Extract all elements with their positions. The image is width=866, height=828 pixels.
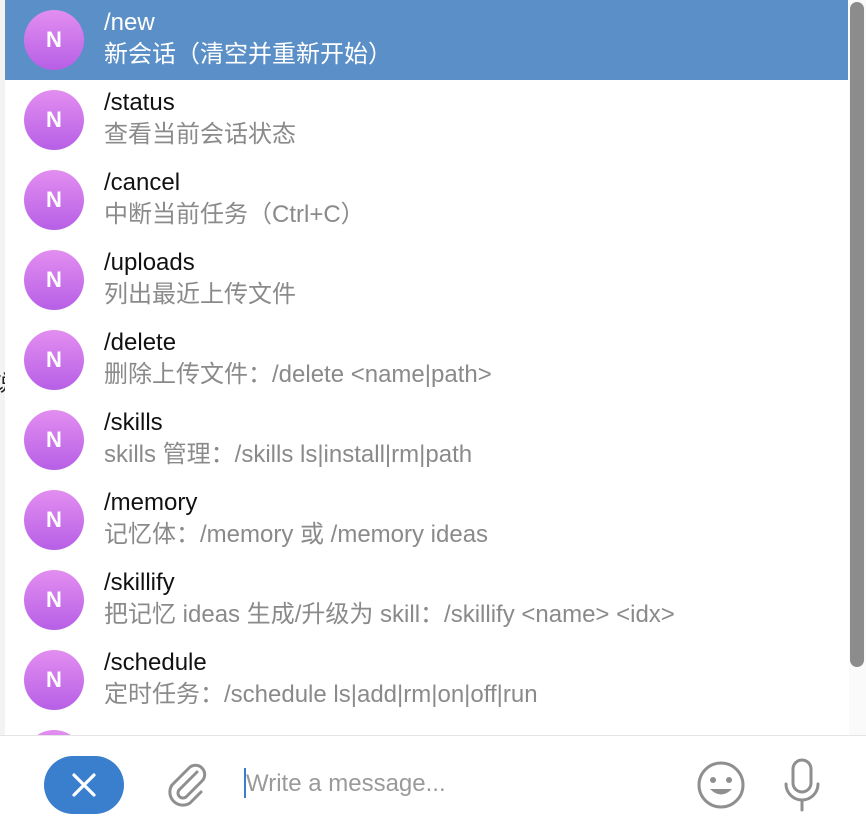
command-description: 定时任务：/schedule ls|add|rm|on|off|run [104,681,538,708]
command-description: 查看当前会话状态 [104,121,296,148]
command-item[interactable]: N/delete 删除上传文件：/delete <name|path> [5,320,848,400]
command-item[interactable]: N/schedule 定时任务：/schedule ls|add|rm|on|of… [5,640,848,720]
bot-avatar: N [24,250,84,310]
cancel-button[interactable] [44,756,124,814]
command-item[interactable]: N/uploads 列出最近上传文件 [5,240,848,320]
command-description: 记忆体：/memory 或 /memory ideas [104,521,489,548]
command-description: 列出最近上传文件 [104,281,296,308]
chat-window: 说 N/new新会话（清空并重新开始）N/status查看当前会话状态N/can… [0,0,866,828]
command-name: /delete [104,329,177,356]
bot-avatar: N [24,330,84,390]
command-description: 把记忆 ideas 生成/升级为 skill：/skillify <name> … [104,601,675,628]
bot-avatar: N [24,90,84,150]
command-description: 删除上传文件：/delete <name|path> [104,361,492,388]
command-suggestions-popup: N/new 新会话（清空并重新开始） N/status 查看当前会话状态 N/cance… [5,0,866,735]
command-name: /memory [104,489,198,516]
text-caret [244,768,246,798]
command-item[interactable]: N/status 查看当前会话状态 [5,80,848,160]
message-input[interactable] [240,764,670,804]
command-name: /uploads [104,249,195,276]
command-name: /status [104,89,175,116]
command-description: skills 管理：/skills ls|install|rm|path [104,441,473,468]
scrollbar[interactable] [849,0,866,735]
scrollbar-thumb[interactable] [850,2,864,667]
message-composer [0,735,866,828]
close-icon [72,773,96,797]
command-name: /new [104,9,155,36]
bot-avatar: N [24,490,84,550]
bot-avatar: N [24,410,84,470]
bot-avatar: N [24,570,84,630]
command-list: N/new 新会话（清空并重新开始） N/status 查看当前会话状态 N/cance… [5,0,848,735]
command-name: /cancel [104,169,181,196]
bot-avatar: N [24,10,84,70]
smiley-icon [697,761,745,809]
bot-avatar: N [24,650,84,710]
command-name: /skillify [104,569,175,596]
paperclip-icon [168,763,207,807]
command-item[interactable]: N/new 新会话（清空并重新开始） [5,0,848,80]
microphone-icon [784,758,820,812]
attach-button[interactable] [160,756,212,812]
emoji-button[interactable] [694,758,748,812]
command-name: /skills [104,409,163,436]
command-name: /schedule [104,649,207,676]
command-item[interactable]: N [5,720,848,735]
bot-avatar: N [24,170,84,230]
command-item[interactable]: N/memory 记忆体：/memory 或 /memory ideas [5,480,848,560]
command-item[interactable]: N/cancel 中断当前任务（Ctrl+C） [5,160,848,240]
command-item[interactable]: N/skillify 把记忆 ideas 生成/升级为 skill：/skilli… [5,560,848,640]
command-description: 新会话（清空并重新开始） [104,41,392,68]
command-item[interactable]: N/skills skills 管理：/skills ls|install|rm|… [5,400,848,480]
voice-button[interactable] [780,756,824,816]
command-description: 中断当前任务（Ctrl+C） [104,201,365,228]
